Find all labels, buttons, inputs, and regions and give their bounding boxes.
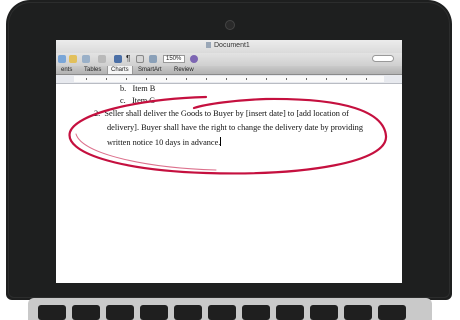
keyboard-key	[276, 305, 304, 320]
camera-icon	[225, 20, 235, 30]
ruler-tick	[226, 78, 227, 80]
annotation-stroke-inner	[75, 133, 217, 171]
print-icon[interactable]	[98, 55, 106, 63]
keyboard-key	[140, 305, 168, 320]
tab-elements[interactable]: ents	[58, 66, 75, 74]
tab-charts[interactable]: Charts	[107, 66, 133, 74]
laptop: Document1 ¶ 150% ents Tables Charts Smar…	[0, 0, 460, 320]
ruler-tick	[86, 78, 87, 80]
zoom-select[interactable]: 150%	[163, 55, 185, 63]
keyboard-key	[174, 305, 202, 320]
ruler-tick	[366, 78, 367, 80]
ruler-tick	[286, 78, 287, 80]
ruler-tick	[166, 78, 167, 80]
ribbon-tabs: ents Tables Charts SmartArt Review	[56, 66, 402, 75]
keyboard-key	[208, 305, 236, 320]
document-icon	[206, 42, 211, 48]
ruler-tick	[126, 78, 127, 80]
keyboard-key	[378, 305, 406, 320]
keyboard-key	[310, 305, 338, 320]
tab-review[interactable]: Review	[171, 66, 197, 74]
help-icon[interactable]	[190, 55, 198, 63]
ruler-tick	[106, 78, 107, 80]
new-document-icon[interactable]	[58, 55, 66, 63]
toolbar: ¶ 150%	[56, 53, 402, 66]
search-input[interactable]	[372, 55, 394, 62]
table-icon[interactable]	[136, 55, 144, 63]
keyboard-key	[106, 305, 134, 320]
ruler-tick	[206, 78, 207, 80]
ruler-tick	[346, 78, 347, 80]
ruler-tick	[246, 78, 247, 80]
ruler-tick	[186, 78, 187, 80]
open-folder-icon[interactable]	[69, 55, 77, 63]
tab-smartart[interactable]: SmartArt	[135, 66, 165, 74]
annotation-stroke	[68, 95, 388, 175]
ruler-tick	[306, 78, 307, 80]
media-icon[interactable]	[149, 55, 157, 63]
keyboard-key	[38, 305, 66, 320]
screen: Document1 ¶ 150% ents Tables Charts Smar…	[56, 40, 402, 283]
save-icon[interactable]	[82, 55, 90, 63]
ruler-tick	[146, 78, 147, 80]
window-title-text: Document1	[214, 42, 250, 49]
ruler	[56, 75, 402, 84]
ruler-tick	[266, 78, 267, 80]
document-body[interactable]: b. Item B c. Item C 2. Seller shall deli…	[56, 84, 402, 283]
paragraph-icon[interactable]: ¶	[126, 55, 131, 63]
tab-tables[interactable]: Tables	[81, 66, 104, 74]
ruler-tick	[326, 78, 327, 80]
sidebar-icon[interactable]	[114, 55, 122, 63]
annotation-circle	[68, 95, 388, 175]
window-title: Document1	[206, 42, 250, 49]
ruler-track	[74, 76, 384, 82]
keyboard-key	[242, 305, 270, 320]
keyboard-key	[344, 305, 372, 320]
keyboard-key	[72, 305, 100, 320]
title-bar: Document1	[56, 40, 402, 53]
